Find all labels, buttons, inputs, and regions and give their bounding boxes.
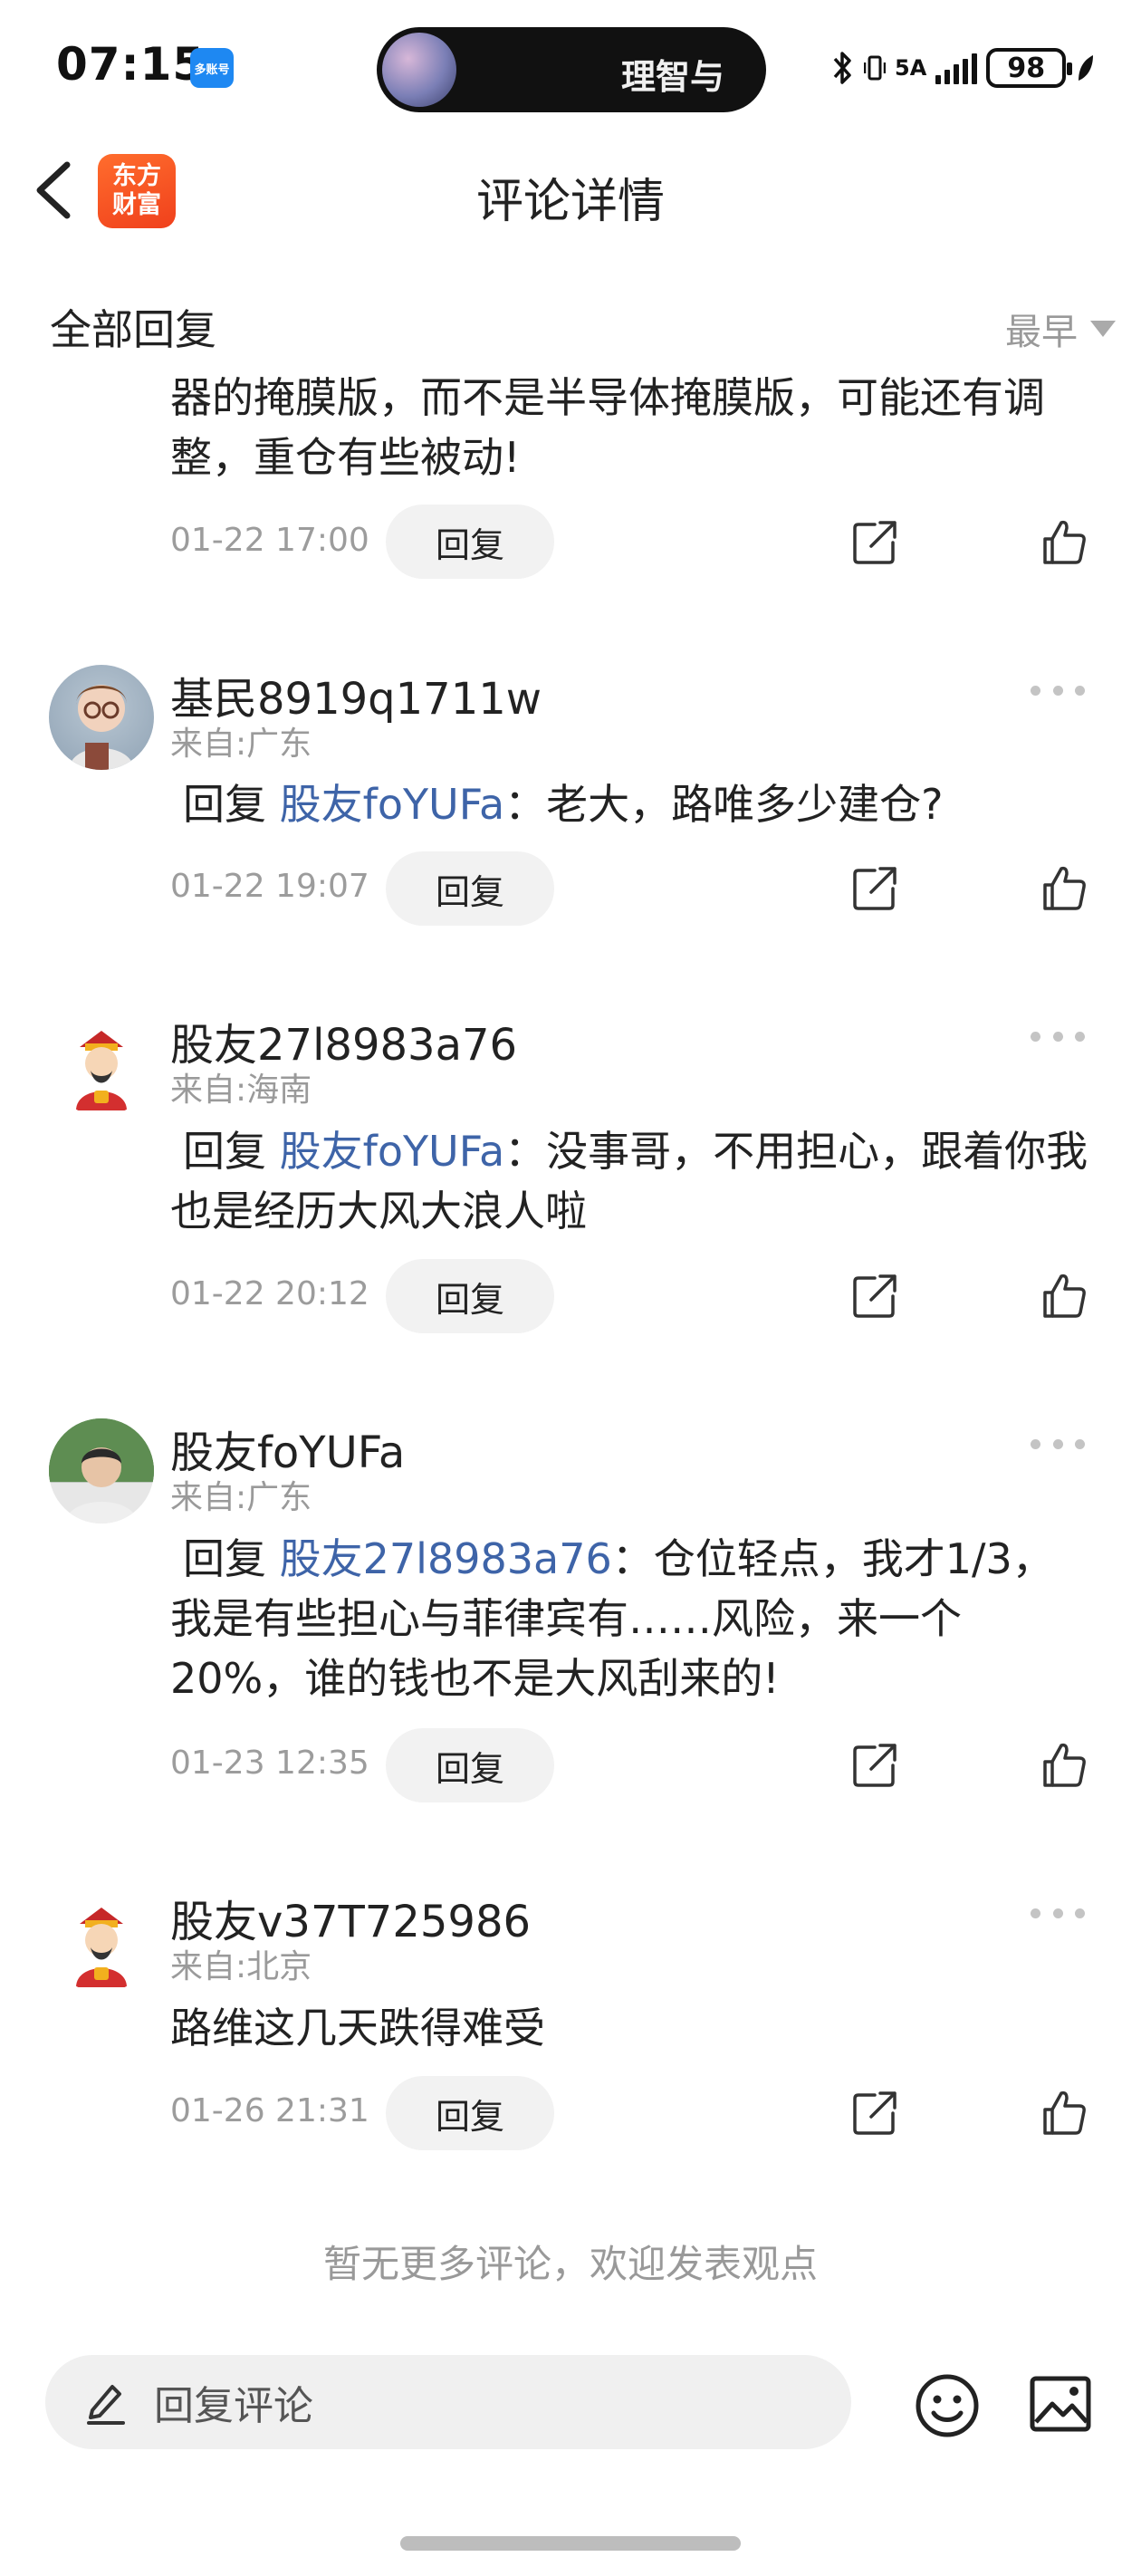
more-options-icon[interactable] xyxy=(1031,1904,1085,1922)
reply-input[interactable]: 回复评论 xyxy=(45,2355,851,2449)
user-avatar[interactable] xyxy=(49,665,154,770)
share-icon[interactable] xyxy=(851,2088,900,2137)
fortune-god-avatar-art xyxy=(76,1908,127,1987)
status-time: 07:15 xyxy=(56,38,206,91)
comment-text: 回复 股友27l8983a76：仓位轻点，我才1/3，我是有些担心与菲律宾有……… xyxy=(170,1529,1094,1708)
home-indicator[interactable] xyxy=(400,2536,741,2551)
comment-date: 01-22 19:07 xyxy=(170,868,369,905)
media-thumbnail xyxy=(382,33,456,107)
vibrate-icon xyxy=(864,55,886,81)
status-bar: 07:15 多账号 理智与 5A 98 xyxy=(0,0,1141,136)
share-icon[interactable] xyxy=(851,517,900,566)
more-options-icon[interactable] xyxy=(1031,681,1085,699)
share-icon[interactable] xyxy=(851,863,900,912)
mention-link[interactable]: 股友27l8983a76 xyxy=(280,1534,612,1583)
woman-avatar-art xyxy=(69,685,134,770)
user-avatar[interactable] xyxy=(49,1888,154,1993)
reply-button[interactable]: 回复 xyxy=(386,505,554,579)
reply-prefix: 回复 xyxy=(183,1534,266,1583)
comment-date: 01-22 20:12 xyxy=(170,1275,369,1312)
mention-link[interactable]: 股友foYUFa xyxy=(280,780,505,829)
comment-date: 01-22 17:00 xyxy=(170,522,369,559)
like-icon[interactable] xyxy=(1040,1740,1088,1789)
no-more-comments-note: 暂无更多评论，欢迎发表观点 xyxy=(322,2242,818,2286)
user-avatar[interactable] xyxy=(49,1418,154,1523)
man-avatar-art xyxy=(49,1418,154,1523)
more-options-icon[interactable] xyxy=(1031,1435,1085,1453)
bluetooth-icon xyxy=(833,52,851,84)
comment-detail-page: 07:15 多账号 理智与 5A 98 东方 财富 评论详情 全部回复 最早 器… xyxy=(0,0,1141,2576)
like-icon[interactable] xyxy=(1040,863,1088,912)
share-icon[interactable] xyxy=(851,1271,900,1320)
media-title: 理智与 xyxy=(621,57,725,97)
reply-content: ：老大，路唯多少建仓? xyxy=(504,780,944,829)
user-location: 来自:广东 xyxy=(170,726,312,763)
pencil-icon xyxy=(87,2385,125,2425)
more-options-icon[interactable] xyxy=(1031,1027,1085,1045)
reply-button[interactable]: 回复 xyxy=(386,2076,554,2150)
reply-button[interactable]: 回复 xyxy=(386,1728,554,1802)
share-icon[interactable] xyxy=(851,1740,900,1789)
user-location: 来自:广东 xyxy=(170,1479,312,1516)
reply-button[interactable]: 回复 xyxy=(386,851,554,926)
reply-button[interactable]: 回复 xyxy=(386,1259,554,1333)
reply-prefix: 回复 xyxy=(183,1127,266,1176)
like-icon[interactable] xyxy=(1040,517,1088,566)
comment-date: 01-26 21:31 xyxy=(170,2092,369,2129)
reply-input-placeholder: 回复评论 xyxy=(154,2383,313,2429)
like-icon[interactable] xyxy=(1040,1271,1088,1320)
comment-text: 器的掩膜版，而不是半导体掩膜版，可能还有调整，重仓有些被动! xyxy=(170,373,1045,482)
emoji-icon[interactable] xyxy=(915,2373,980,2438)
battery-icon: 98 xyxy=(986,48,1073,88)
sort-label: 最早 xyxy=(1005,312,1078,353)
all-replies-title: 全部回复 xyxy=(50,305,216,354)
nav-header: 东方 财富 评论详情 xyxy=(0,136,1141,245)
signal-bars-icon xyxy=(935,52,978,84)
leaf-icon xyxy=(1079,55,1094,81)
user-location: 来自:海南 xyxy=(170,1072,312,1109)
mention-link[interactable]: 股友foYUFa xyxy=(280,1127,505,1176)
page-title: 评论详情 xyxy=(475,175,665,229)
chevron-down-icon xyxy=(1090,321,1116,337)
user-avatar[interactable] xyxy=(49,1011,154,1116)
image-icon[interactable] xyxy=(1029,2375,1092,2433)
comment-text: 路维这几天跌得难受 xyxy=(170,2004,545,2052)
comment-text: 回复 股友foYUFa：没事哥，不用担心，跟着你我也是经历大风大浪人啦 xyxy=(170,1121,1094,1241)
user-location: 来自:北京 xyxy=(170,1948,312,1985)
reply-prefix: 回复 xyxy=(183,780,266,829)
sort-dropdown[interactable]: 最早 xyxy=(1005,303,1116,355)
comment-date: 01-23 12:35 xyxy=(170,1745,369,1782)
network-type-label: 5A xyxy=(895,55,927,81)
comment-text: 回复 股友foYUFa：老大，路唯多少建仓? xyxy=(170,774,1094,834)
like-icon[interactable] xyxy=(1040,2088,1088,2137)
media-island[interactable]: 理智与 xyxy=(377,27,766,112)
fortune-god-avatar-art xyxy=(76,1031,127,1110)
app-chip-icon: 多账号 xyxy=(190,48,234,88)
status-indicators: 5A 98 xyxy=(831,45,1095,91)
replies-section-header: 全部回复 最早 xyxy=(0,286,1141,368)
